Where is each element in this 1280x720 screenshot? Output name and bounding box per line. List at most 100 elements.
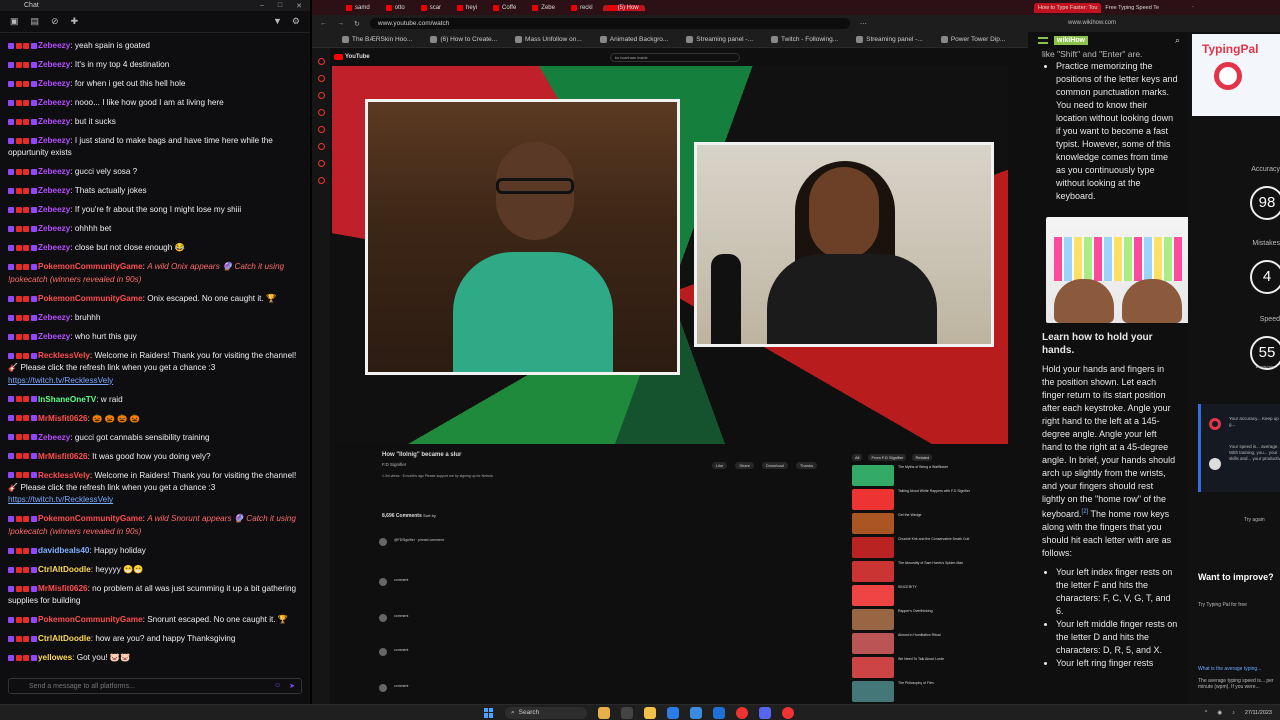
chat-username[interactable]: InShaneOneTV: [38, 395, 96, 404]
search-icon[interactable]: ⌕: [1175, 35, 1180, 46]
windows-start-icon[interactable]: [484, 707, 494, 718]
chat-username[interactable]: PokemonCommunityGame: [38, 262, 143, 271]
sidebar-icon[interactable]: [317, 177, 325, 184]
chat-username[interactable]: Zebeezy: [38, 79, 70, 88]
url-field[interactable]: www.youtube.com/watch: [369, 18, 850, 29]
send-icon[interactable]: ➤: [289, 682, 295, 690]
chat-username[interactable]: MrMisfit0626: [38, 584, 88, 593]
rec-filter-chip[interactable]: From F.D Signifier: [868, 454, 907, 461]
chat-username[interactable]: yellowes: [38, 653, 72, 662]
clock[interactable]: 27/11/2023: [1245, 710, 1272, 716]
rec-video[interactable]: Almost in Humiliation Ritual: [852, 633, 1002, 654]
chat-username[interactable]: Zebeezy: [38, 313, 70, 322]
settings-icon[interactable]: ⚙: [292, 16, 300, 27]
browser-tab[interactable]: heyi: [451, 4, 483, 11]
bookmark-item[interactable]: Streaming panel -...: [686, 35, 753, 43]
close-icon[interactable]: ✕: [296, 2, 302, 10]
chat-username[interactable]: CtrlAltDoodle: [38, 634, 91, 643]
average-typing-link[interactable]: What is the average typing...: [1198, 666, 1261, 672]
chat-username[interactable]: Zebeezy: [38, 243, 70, 252]
sort-button[interactable]: Sort by: [423, 513, 436, 518]
rec-filter-chip[interactable]: Related: [912, 454, 933, 461]
sidebar-icon[interactable]: [317, 109, 325, 116]
typingpal-logo[interactable]: TypingPal: [1202, 42, 1258, 56]
extensions-icon[interactable]: ⋯: [860, 20, 867, 28]
browser-tab[interactable]: Coffe: [487, 4, 522, 11]
forward-icon[interactable]: →: [337, 20, 344, 27]
chat-link[interactable]: https://twitch.tv/RecklessVely: [8, 376, 113, 385]
chat-username[interactable]: Zebeezy: [38, 433, 70, 442]
chat-input[interactable]: Send a message to all platforms... ☺ ➤: [8, 678, 302, 694]
browser-tab[interactable]: Zebe: [526, 4, 561, 11]
rec-video[interactable]: The Absurdity of Sam Harris's Spider-Man: [852, 561, 1002, 582]
chevron-up-icon[interactable]: ^: [1205, 710, 1208, 716]
back-icon[interactable]: ←: [320, 20, 327, 27]
chat-username[interactable]: Zebeezy: [38, 167, 70, 176]
sidebar-icon[interactable]: [317, 160, 325, 167]
chat-username[interactable]: CtrlAltDoodle: [38, 565, 91, 574]
rec-video[interactable]: Talking About White Rappers with F.D Sig…: [852, 489, 1002, 510]
video-description[interactable]: 1.3m views · 8 months ago Please support…: [382, 474, 582, 496]
taskbar-search[interactable]: ⌕ Search: [505, 706, 587, 719]
chat-username[interactable]: davidbeals40: [38, 546, 89, 555]
sidebar-icon[interactable]: [317, 92, 325, 99]
rec-filter-chip[interactable]: All: [852, 454, 863, 461]
video-action-button[interactable]: Download: [762, 462, 788, 469]
browser-tab[interactable]: (5) How: [602, 4, 645, 11]
minimize-icon[interactable]: –: [260, 2, 264, 10]
tab-typing-test[interactable]: Free Typing Speed Te: [1105, 5, 1159, 11]
bookmark-item[interactable]: Animated Backgro...: [599, 35, 668, 43]
bookmark-item[interactable]: (6) How to Create...: [430, 35, 497, 43]
chat-username[interactable]: Zebeezy: [38, 117, 70, 126]
rec-video[interactable]: SINCERITY: [852, 585, 1002, 606]
bookmark-item[interactable]: Streaming panel -...: [856, 35, 923, 43]
chat-username[interactable]: Zebeezy: [38, 60, 70, 69]
bookmark-item[interactable]: Twitch - Following...: [771, 35, 838, 43]
chat-username[interactable]: RecklessVely: [38, 471, 90, 480]
chat-username[interactable]: Zebeezy: [38, 41, 70, 50]
wikihow-url[interactable]: www.wikihow.com: [1028, 15, 1188, 32]
chat-icon[interactable]: ▣: [10, 16, 19, 27]
chat-username[interactable]: Zebeezy: [38, 186, 70, 195]
try-free-link[interactable]: Try Typing Pal for free: [1198, 602, 1247, 608]
bookmark-item[interactable]: Power Tower Dip...: [940, 35, 1005, 43]
bookmark-item[interactable]: Mass Unfollow on...: [515, 35, 582, 43]
taskbar-app-icon[interactable]: [598, 706, 610, 719]
video-action-button[interactable]: Thanks: [795, 462, 817, 469]
menu-icon[interactable]: [1038, 36, 1048, 44]
taskbar-app-icon[interactable]: [621, 706, 633, 719]
maximize-icon[interactable]: □: [278, 2, 282, 10]
taskbar-app-icon[interactable]: [690, 706, 702, 719]
sidebar-icon[interactable]: [317, 143, 325, 150]
video-action-button[interactable]: Share: [735, 462, 755, 469]
chat-username[interactable]: Zebeezy: [38, 224, 70, 233]
chat-username[interactable]: PokemonCommunityGame: [38, 294, 143, 303]
video-player[interactable]: [332, 66, 1008, 444]
rec-video[interactable]: Get the Wedge: [852, 513, 1002, 534]
sidebar-icon[interactable]: [317, 75, 325, 82]
taskbar-app-icon[interactable]: [736, 706, 748, 719]
chat-username[interactable]: Zebeezy: [38, 136, 70, 145]
browser-tab[interactable]: scar: [415, 4, 447, 11]
youtube-logo[interactable]: YouTube: [334, 54, 370, 60]
chat-username[interactable]: Zebeezy: [38, 332, 70, 341]
chat-username[interactable]: RecklessVely: [38, 351, 90, 360]
taskbar-app-icon[interactable]: [759, 706, 771, 719]
browser-tab[interactable]: otto: [380, 4, 411, 11]
chat-username[interactable]: Zebeezy: [38, 205, 70, 214]
chat-username[interactable]: PokemonCommunityGame: [38, 615, 143, 624]
rec-video[interactable]: Chuckie Kirk and the Conservative Death …: [852, 537, 1002, 558]
activity-icon[interactable]: ▤: [31, 16, 40, 27]
rec-video[interactable]: The Philosophy of Film: [852, 681, 1002, 702]
add-icon[interactable]: ✚: [71, 16, 79, 27]
chat-link[interactable]: https://twitch.tv/RecklessVely: [8, 495, 113, 504]
reload-icon[interactable]: ↻: [354, 20, 360, 28]
browser-tab[interactable]: samd: [340, 4, 376, 11]
chat-username[interactable]: MrMisfit0626: [38, 452, 88, 461]
video-action-button[interactable]: Like: [712, 462, 728, 469]
filter-icon[interactable]: ▼: [273, 16, 282, 27]
rec-video[interactable]: Rapper's Overthinking: [852, 609, 1002, 630]
chat-username[interactable]: PokemonCommunityGame: [38, 514, 143, 523]
sidebar-icon[interactable]: [317, 126, 325, 133]
youtube-search-input[interactable]: bo burnham inside: [609, 52, 740, 62]
